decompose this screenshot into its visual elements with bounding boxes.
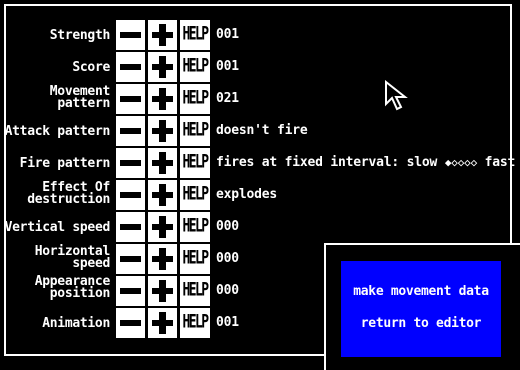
fire-pattern-label: Fire pattern (19, 156, 111, 171)
fire-pattern-value: fires at fixed interval: slow ◆◇◇◇◇ fast (216, 148, 515, 178)
fire-pattern-plus-button[interactable] (148, 148, 177, 178)
menu-box: make movement data return to editor (341, 261, 501, 357)
vertical-speed-value: 000 (216, 219, 239, 234)
strength-value: 001 (216, 27, 239, 42)
minus-icon (120, 128, 141, 134)
movement-pattern-minus-button[interactable] (116, 84, 145, 114)
editor-screen: Strength HELP 001 Score HELP 001 Movemen… (0, 0, 520, 370)
horizontal-speed-minus-button[interactable] (116, 244, 145, 274)
vertical-speed-plus-button[interactable] (148, 212, 177, 242)
fire-pattern-minus-button[interactable] (116, 148, 145, 178)
appearance-position-minus-button[interactable] (116, 276, 145, 306)
strength-label: Strength (49, 28, 111, 43)
effect-of-destruction-plus-button[interactable] (148, 180, 177, 210)
minus-icon (120, 192, 141, 198)
movement-pattern-value: 021 (216, 91, 239, 106)
minus-icon (120, 320, 141, 326)
fire-rate-diamond-icons: ◆◇◇◇◇ (445, 155, 477, 170)
minus-icon (120, 288, 141, 294)
make-movement-data-button[interactable]: make movement data (341, 284, 501, 299)
animation-label: Animation (42, 316, 110, 331)
movement-pattern-plus-button[interactable] (148, 84, 177, 114)
horizontal-speed-plus-button[interactable] (148, 244, 177, 274)
minus-icon (120, 256, 141, 262)
effect-of-destruction-minus-button[interactable] (116, 180, 145, 210)
empty-diamond-icon: ◇ (470, 156, 478, 169)
return-to-editor-button[interactable]: return to editor (341, 316, 501, 331)
vertical-speed-minus-button[interactable] (116, 212, 145, 242)
strength-plus-button[interactable] (148, 20, 177, 50)
attack-pattern-label: Attack pattern (4, 124, 111, 139)
score-plus-button[interactable] (148, 52, 177, 82)
animation-value: 001 (216, 315, 239, 330)
movement-pattern-label: Movement pattern (49, 84, 111, 111)
attack-pattern-plus-button[interactable] (148, 116, 177, 146)
animation-minus-button[interactable] (116, 308, 145, 338)
minus-icon (120, 96, 141, 102)
help-label: HELP (182, 311, 210, 334)
score-label: Score (72, 60, 110, 75)
minus-icon (120, 224, 141, 230)
vertical-speed-label: Vertical speed (4, 220, 111, 235)
minus-icon (120, 64, 141, 70)
minus-icon (120, 32, 141, 38)
appearance-position-value: 000 (216, 283, 239, 298)
effect-of-destruction-value: explodes (216, 187, 278, 202)
minus-icon (120, 160, 141, 166)
appearance-position-plus-button[interactable] (148, 276, 177, 306)
horizontal-speed-value: 000 (216, 251, 239, 266)
score-minus-button[interactable] (116, 52, 145, 82)
pointer-cursor-icon (385, 80, 408, 111)
appearance-position-label: Appearance position (34, 274, 111, 301)
strength-minus-button[interactable] (116, 20, 145, 50)
attack-pattern-minus-button[interactable] (116, 116, 145, 146)
attack-pattern-value: doesn't fire (216, 123, 308, 138)
horizontal-speed-label: Horizontal speed (34, 244, 111, 271)
animation-plus-button[interactable] (148, 308, 177, 338)
effect-of-destruction-label: Effect Of destruction (27, 180, 110, 207)
score-value: 001 (216, 59, 239, 74)
animation-help-button[interactable]: HELP (180, 308, 210, 338)
